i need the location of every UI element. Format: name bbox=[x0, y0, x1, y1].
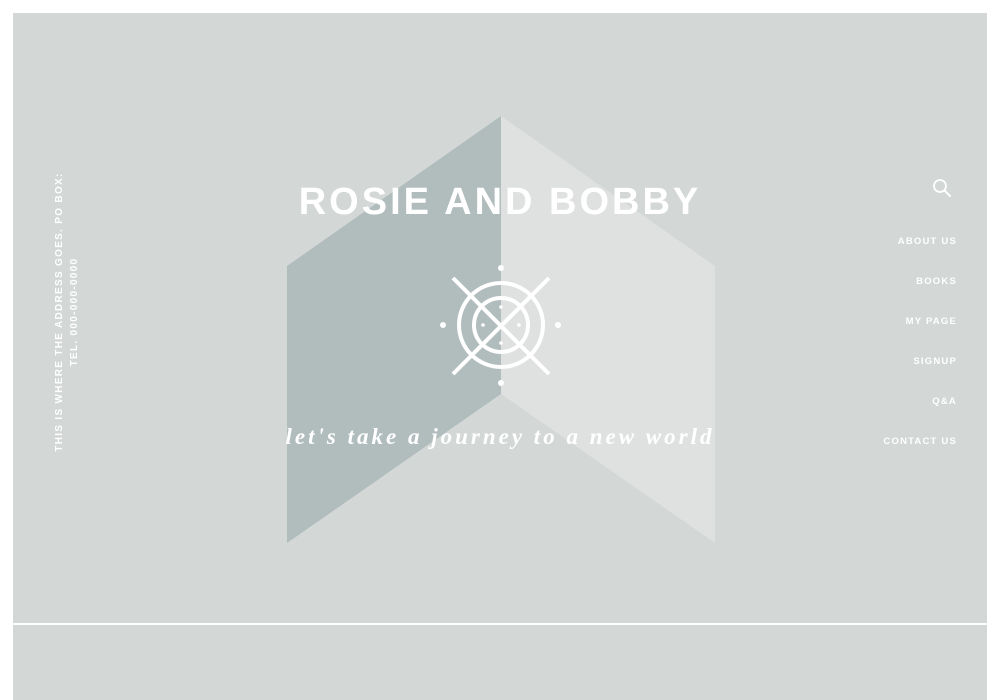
nav-item-contact-us[interactable]: CONTACT US bbox=[883, 436, 957, 476]
nav-item-signup[interactable]: SIGNUP bbox=[883, 356, 957, 396]
tagline: let's take a journey to a new world bbox=[285, 424, 715, 449]
search-icon[interactable] bbox=[932, 178, 952, 198]
nav-item-books[interactable]: BOOKS bbox=[883, 276, 957, 316]
nav-item-my-page[interactable]: MY PAGE bbox=[883, 316, 957, 356]
phone-line: TEL. 000-000-0000 bbox=[69, 257, 80, 367]
nav-item-about-us[interactable]: ABOUT US bbox=[883, 236, 957, 276]
main-nav: ABOUT US BOOKS MY PAGE SIGNUP Q&A CONTAC… bbox=[883, 236, 957, 476]
nav-item-qa[interactable]: Q&A bbox=[883, 396, 957, 436]
site-title: ROSIE AND BOBBY bbox=[298, 181, 702, 223]
crossed-compass-logo-icon bbox=[440, 265, 561, 386]
address-block: THIS IS WHERE THE ADDRESS GOES. PO BOX: … bbox=[52, 172, 82, 451]
address-line: THIS IS WHERE THE ADDRESS GOES. PO BOX: bbox=[54, 172, 65, 452]
section-divider bbox=[13, 623, 987, 625]
